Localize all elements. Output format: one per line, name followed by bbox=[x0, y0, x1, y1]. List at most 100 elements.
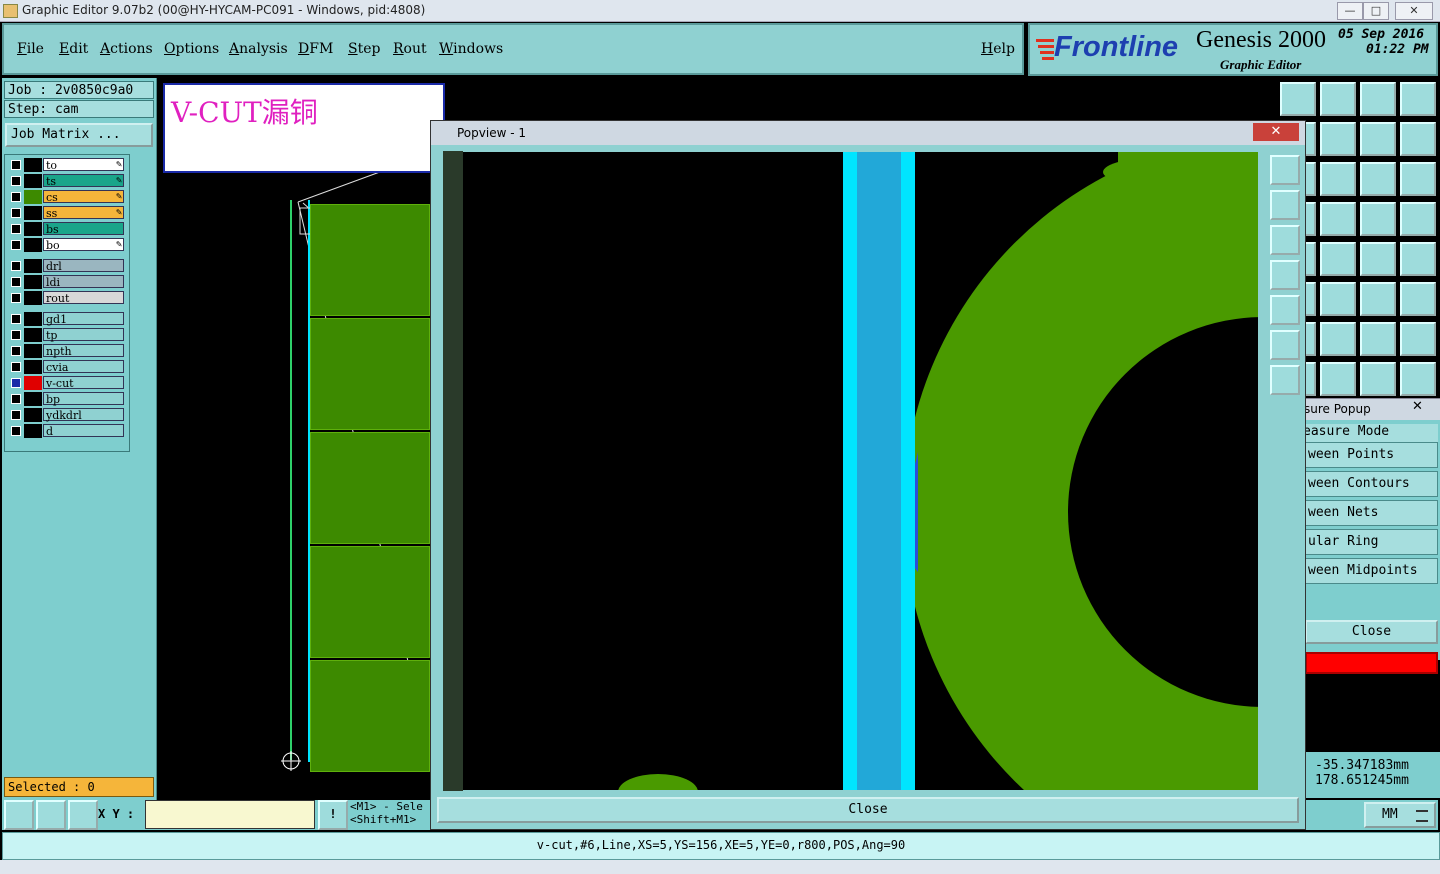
popview-zoom-icon[interactable] bbox=[1270, 155, 1300, 185]
layer-name[interactable]: ldi bbox=[43, 275, 124, 289]
layer-row-npth[interactable]: npth bbox=[8, 344, 125, 358]
layer-name[interactable]: ts bbox=[43, 174, 124, 188]
menu-step[interactable]: Step bbox=[348, 41, 380, 57]
maximize-button[interactable]: □ bbox=[1363, 2, 1389, 20]
popview-down-icon[interactable] bbox=[1270, 225, 1300, 255]
window-icon[interactable] bbox=[1400, 82, 1436, 116]
layer-color-swatch[interactable] bbox=[24, 360, 42, 374]
save-icon[interactable] bbox=[1320, 82, 1356, 116]
measure-between-nets[interactable]: ween Nets bbox=[1303, 500, 1438, 526]
popview-fit-icon[interactable] bbox=[1270, 330, 1300, 360]
net2-icon[interactable] bbox=[1400, 202, 1436, 236]
layer-name[interactable]: bp bbox=[43, 392, 124, 406]
layer-row-ts[interactable]: ts ✎ bbox=[8, 174, 125, 188]
layer-color-swatch[interactable] bbox=[24, 259, 42, 273]
layer-row-d[interactable]: d bbox=[8, 424, 125, 438]
layer-checkbox[interactable] bbox=[11, 176, 21, 186]
layer-checkbox[interactable] bbox=[11, 277, 21, 287]
popview-left-icon[interactable] bbox=[1270, 260, 1300, 290]
layer-checkbox[interactable] bbox=[11, 208, 21, 218]
layer-color-swatch[interactable] bbox=[24, 408, 42, 422]
layer-checkbox[interactable] bbox=[11, 192, 21, 202]
measure-between-midpoints[interactable]: ween Midpoints bbox=[1303, 558, 1438, 584]
layer-checkbox[interactable] bbox=[11, 261, 21, 271]
settings-icon[interactable] bbox=[1360, 362, 1396, 396]
menu-analysis[interactable]: Analysis bbox=[229, 41, 288, 57]
shape-icon[interactable] bbox=[1400, 362, 1436, 396]
layer-checkbox[interactable] bbox=[11, 293, 21, 303]
units-select[interactable]: MM bbox=[1364, 802, 1436, 828]
info-icon[interactable] bbox=[1400, 162, 1436, 196]
layer-checkbox[interactable] bbox=[11, 426, 21, 436]
layer-color-swatch[interactable] bbox=[24, 158, 42, 172]
main-canvas[interactable] bbox=[158, 78, 430, 800]
layer-color-swatch[interactable] bbox=[24, 376, 42, 390]
layer-checkbox[interactable] bbox=[11, 394, 21, 404]
home-icon[interactable] bbox=[1280, 82, 1316, 116]
layer-color-swatch[interactable] bbox=[24, 275, 42, 289]
menu-file[interactable]: File bbox=[17, 41, 44, 57]
layer-name[interactable]: tp bbox=[43, 328, 124, 342]
flip-text-icon[interactable] bbox=[1360, 322, 1396, 356]
tag-icon[interactable] bbox=[1320, 202, 1356, 236]
close-window-button[interactable]: ✕ bbox=[1395, 2, 1433, 20]
zoom-fit-icon[interactable] bbox=[4, 800, 34, 830]
menu-dfm[interactable]: DFM bbox=[298, 41, 333, 57]
layer-name[interactable]: ydkdrl bbox=[43, 408, 124, 422]
layer-name[interactable]: v-cut bbox=[43, 376, 124, 390]
alert-icon[interactable]: ! bbox=[318, 800, 348, 830]
layers-icon[interactable] bbox=[1360, 82, 1396, 116]
layer-name[interactable]: drl bbox=[43, 259, 124, 273]
layer-row-cvia[interactable]: cvia bbox=[8, 360, 125, 374]
layer-checkbox[interactable] bbox=[11, 362, 21, 372]
popview-center-icon[interactable] bbox=[1270, 365, 1300, 395]
layer-row-bs[interactable]: bs bbox=[8, 222, 125, 236]
layer-name[interactable]: gd1 bbox=[43, 312, 124, 326]
layer-name[interactable]: to bbox=[43, 158, 124, 172]
layer-row-ldi[interactable]: ldi bbox=[8, 275, 125, 289]
job-matrix-button[interactable]: Job Matrix ... bbox=[5, 123, 153, 147]
layer-color-swatch[interactable] bbox=[24, 238, 42, 252]
layer-name[interactable]: bs bbox=[43, 222, 124, 236]
layer-color-swatch[interactable] bbox=[24, 190, 42, 204]
layer-name[interactable]: cs bbox=[43, 190, 124, 204]
edit-icon[interactable] bbox=[1400, 322, 1436, 356]
export-icon[interactable] bbox=[1320, 122, 1356, 156]
pad-icon[interactable] bbox=[1400, 242, 1436, 276]
layer-row-v-cut[interactable]: v-cut bbox=[8, 376, 125, 390]
layer-row-ydkdrl[interactable]: ydkdrl bbox=[8, 408, 125, 422]
popview-right-icon[interactable] bbox=[1270, 295, 1300, 325]
net-icon[interactable] bbox=[1360, 202, 1396, 236]
layer-row-gd1[interactable]: gd1 bbox=[8, 312, 125, 326]
layer-color-swatch[interactable] bbox=[24, 424, 42, 438]
layer-row-ss[interactable]: ss ✎ bbox=[8, 206, 125, 220]
layer-row-bp[interactable]: bp bbox=[8, 392, 125, 406]
layer-name[interactable]: d bbox=[43, 424, 124, 438]
rotate-icon[interactable] bbox=[1320, 322, 1356, 356]
layer-row-tp[interactable]: tp bbox=[8, 328, 125, 342]
layer-checkbox[interactable] bbox=[11, 240, 21, 250]
menu-rout[interactable]: Rout bbox=[393, 41, 427, 57]
popview-up-icon[interactable] bbox=[1270, 190, 1300, 220]
connect-icon[interactable] bbox=[1360, 282, 1396, 316]
measure-icon[interactable] bbox=[1320, 362, 1356, 396]
layer-name[interactable]: npth bbox=[43, 344, 124, 358]
layer-name[interactable]: ss bbox=[43, 206, 124, 220]
layer-checkbox[interactable] bbox=[11, 346, 21, 356]
measure-between-contours[interactable]: ween Contours bbox=[1303, 471, 1438, 497]
menu-help[interactable]: Help bbox=[981, 41, 1015, 57]
popview-close-button[interactable]: Close bbox=[437, 797, 1299, 823]
menu-edit[interactable]: Edit bbox=[59, 41, 88, 57]
layer-name[interactable]: rout bbox=[43, 291, 124, 305]
menu-windows[interactable]: Windows bbox=[439, 41, 503, 57]
layer-color-swatch[interactable] bbox=[24, 344, 42, 358]
ruler-icon[interactable] bbox=[1360, 242, 1396, 276]
minimize-button[interactable]: — bbox=[1337, 2, 1363, 20]
layer-checkbox[interactable] bbox=[11, 410, 21, 420]
link-icon[interactable] bbox=[1400, 282, 1436, 316]
measure-annular-ring[interactable]: ular Ring bbox=[1303, 529, 1438, 555]
menu-options[interactable]: Options bbox=[164, 41, 219, 57]
measure-between-points[interactable]: ween Points bbox=[1303, 442, 1438, 468]
layer-color-swatch[interactable] bbox=[24, 291, 42, 305]
snap-icon[interactable] bbox=[1320, 282, 1356, 316]
